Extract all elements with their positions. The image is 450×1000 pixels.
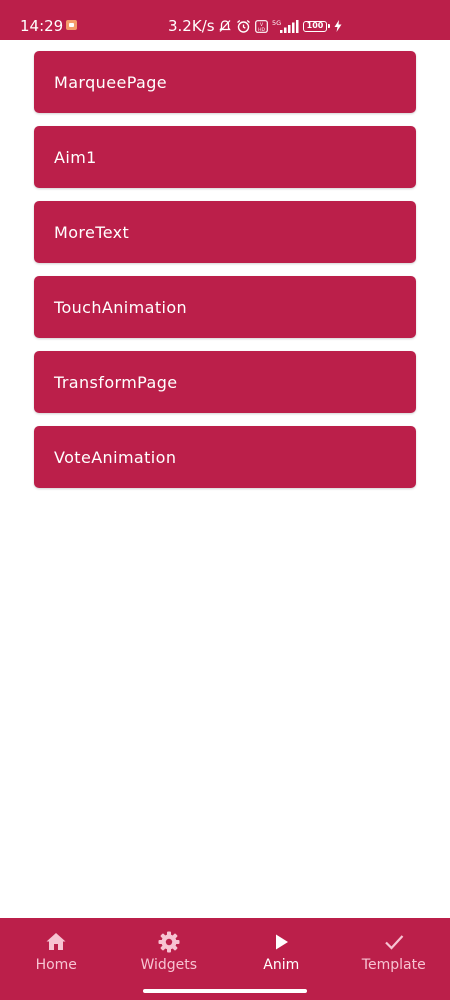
nav-label-home: Home xyxy=(35,957,77,973)
charging-icon xyxy=(334,20,342,32)
nav-label-anim: Anim xyxy=(263,957,300,973)
list-item-marquee-page[interactable]: MarqueePage xyxy=(34,51,416,113)
nav-item-template[interactable]: Template xyxy=(338,918,450,1000)
system-icons: V HD 5G 100 xyxy=(218,17,342,35)
home-icon xyxy=(44,930,68,954)
svg-text:HD: HD xyxy=(258,26,265,32)
status-time: 14:29 xyxy=(20,17,64,35)
nav-label-widgets: Widgets xyxy=(140,957,198,973)
mute-icon xyxy=(218,19,232,33)
hd-icon: V HD xyxy=(255,19,268,33)
battery-icon: 100 xyxy=(303,20,330,32)
anim-list: MarqueePage Aim1 MoreText TouchAnimation… xyxy=(34,51,416,501)
list-item-touch-animation[interactable]: TouchAnimation xyxy=(34,276,416,338)
nav-label-template: Template xyxy=(361,957,426,973)
play-icon xyxy=(269,930,293,954)
nav-item-anim[interactable]: Anim xyxy=(225,918,338,1000)
alarm-icon xyxy=(236,19,251,34)
status-bar: 14:29 3.2K/s V HD 5G 100 xyxy=(0,0,450,40)
bottom-nav: Home Widgets Anim Template xyxy=(0,918,450,1000)
nav-item-home[interactable]: Home xyxy=(0,918,113,1000)
check-icon xyxy=(382,930,406,954)
list-item-aim1[interactable]: Aim1 xyxy=(34,126,416,188)
svg-text:5G: 5G xyxy=(272,19,281,27)
list-item-transform-page[interactable]: TransformPage xyxy=(34,351,416,413)
list-item-vote-animation[interactable]: VoteAnimation xyxy=(34,426,416,488)
list-item-more-text[interactable]: MoreText xyxy=(34,201,416,263)
signal-icon: 5G xyxy=(272,19,299,34)
home-indicator[interactable] xyxy=(143,989,307,993)
nav-item-widgets[interactable]: Widgets xyxy=(113,918,226,1000)
gear-icon xyxy=(157,930,181,954)
network-speed: 3.2K/s xyxy=(168,17,215,35)
screen-record-icon xyxy=(66,20,77,30)
